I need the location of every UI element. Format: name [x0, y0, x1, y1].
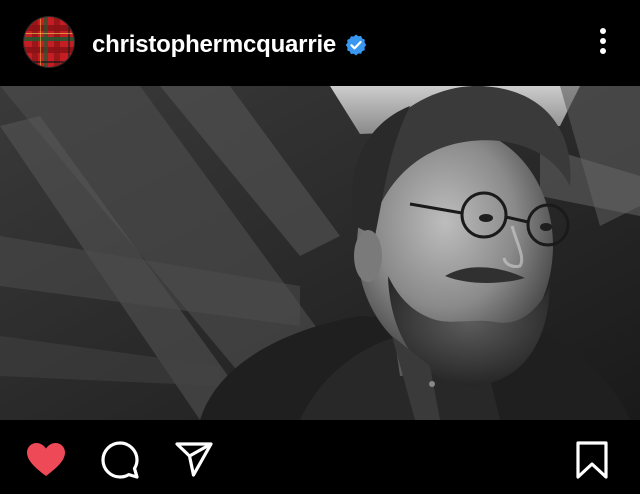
bookmark-icon [576, 441, 608, 479]
share-button[interactable] [172, 438, 216, 482]
heart-filled-icon [27, 443, 65, 476]
action-bar [0, 420, 640, 494]
save-button[interactable] [570, 438, 614, 482]
paper-plane-icon [175, 442, 213, 477]
more-options-button[interactable] [590, 24, 616, 58]
username-row: christophermcquarrie [92, 30, 368, 60]
avatar[interactable] [24, 17, 74, 67]
like-button[interactable] [24, 438, 68, 482]
vertical-ellipsis-icon [600, 28, 606, 54]
username-link[interactable]: christophermcquarrie [92, 30, 336, 60]
instagram-post: christophermcquarrie [0, 0, 640, 494]
portrait-photo-image [0, 86, 640, 420]
post-header: christophermcquarrie [0, 0, 640, 86]
comment-button[interactable] [98, 438, 142, 482]
tartan-plaid-avatar-icon [24, 17, 74, 67]
post-photo[interactable] [0, 86, 640, 420]
verified-badge-icon [344, 33, 368, 57]
comment-bubble-icon [101, 441, 139, 479]
